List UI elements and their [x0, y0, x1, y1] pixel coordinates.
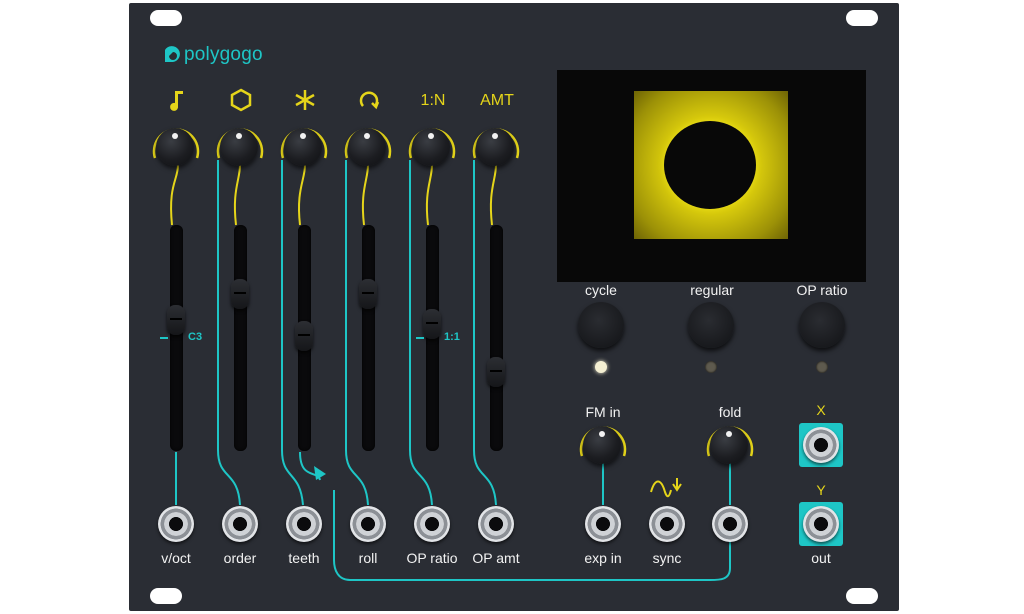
brand-name: polygogo [184, 44, 263, 65]
regular-button[interactable] [688, 302, 734, 348]
note-icon [157, 88, 197, 114]
slider-handle[interactable] [295, 321, 313, 351]
slider-roll[interactable] [359, 225, 377, 451]
knob-cap[interactable] [476, 128, 514, 166]
jack-label-out: out [811, 550, 831, 566]
jack-label-op-amount: OP amt [472, 550, 520, 566]
order-jack[interactable] [222, 506, 258, 542]
knob-cap[interactable] [348, 128, 386, 166]
slider-op-amount[interactable] [487, 225, 505, 451]
knob-cap[interactable] [284, 128, 322, 166]
jack-label-sync: sync [652, 550, 682, 566]
x-label: X [816, 402, 826, 418]
regular-led [705, 361, 717, 373]
x-output-jack[interactable] [803, 427, 839, 463]
op-amount-knob[interactable] [469, 122, 520, 172]
v-oct-jack[interactable] [158, 506, 194, 542]
fm-in-knob[interactable] [576, 420, 627, 470]
op-ratio-knob[interactable] [405, 122, 456, 172]
asterisk-icon [285, 88, 325, 114]
order-knob[interactable] [213, 122, 264, 172]
y-output-jack[interactable] [803, 506, 839, 542]
op-ratio-button-label: OP ratio [796, 282, 848, 298]
y-label: Y [816, 482, 826, 498]
roll-knob[interactable] [341, 122, 392, 172]
fm-in-knob-label: FM in [585, 404, 621, 420]
fold-knob-label: fold [718, 404, 742, 420]
slider-handle[interactable] [231, 279, 249, 309]
amount-label: AMT [480, 92, 514, 109]
knob-cap[interactable] [710, 426, 748, 464]
polygogo-logo-icon [165, 46, 180, 62]
display-screen [557, 70, 866, 282]
cycle-led [595, 361, 607, 373]
fold-input-jack[interactable] [712, 506, 748, 542]
roll-jack[interactable] [350, 506, 386, 542]
note-knob[interactable] [149, 122, 200, 172]
slider-op-ratio[interactable] [423, 225, 441, 451]
slider-tick-ratio [416, 337, 424, 339]
slider-v-oct[interactable] [167, 225, 185, 451]
slider-handle[interactable] [487, 357, 505, 387]
slider-handle[interactable] [359, 279, 377, 309]
op-ratio-led [816, 361, 828, 373]
display-shape-hole [664, 121, 756, 209]
sync-jack[interactable] [649, 506, 685, 542]
brand-logo: polygogo [163, 44, 263, 66]
teeth-jack[interactable] [286, 506, 322, 542]
slider-handle[interactable] [423, 309, 441, 339]
op-ratio-button[interactable] [799, 302, 845, 348]
teeth-knob[interactable] [277, 122, 328, 172]
exp-in-jack[interactable] [585, 506, 621, 542]
slider-teeth[interactable] [295, 225, 313, 451]
display-shape [634, 91, 788, 239]
slider-order[interactable] [231, 225, 249, 451]
op-ratio-jack[interactable] [414, 506, 450, 542]
knob-cap[interactable] [220, 128, 258, 166]
knob-cap[interactable] [412, 128, 450, 166]
fold-knob[interactable] [703, 420, 754, 470]
sync-wave-icon [650, 478, 682, 498]
rotate-icon [349, 88, 389, 114]
knob-cap[interactable] [156, 128, 194, 166]
cycle-button[interactable] [578, 302, 624, 348]
slider-mark-c3: C3 [188, 331, 203, 343]
slider-handle[interactable] [167, 305, 185, 335]
slider-mark-ratio: 1:1 [444, 331, 460, 343]
op-amount-jack[interactable] [478, 506, 514, 542]
cycle-button-label: cycle [585, 282, 617, 298]
knob-cap[interactable] [583, 426, 621, 464]
hexagon-icon [221, 88, 261, 114]
ratio-label: 1:N [420, 92, 446, 109]
regular-button-label: regular [690, 282, 734, 298]
slider-tick-c3 [160, 337, 168, 339]
